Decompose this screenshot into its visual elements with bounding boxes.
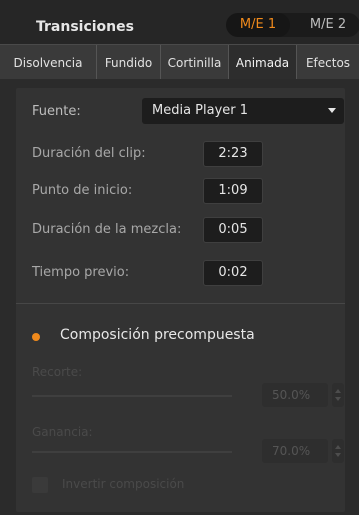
start-point-field[interactable]: 1:09 [203,178,263,204]
me1-button[interactable]: M/E 1 [226,13,290,37]
me2-button[interactable]: M/E 2 [296,13,359,37]
section-indicator-icon[interactable] [32,333,40,341]
gain-slider[interactable] [32,451,232,453]
panel-header: Transiciones M/E 1 M/E 2 [0,0,359,44]
precomposed-title[interactable]: Composición precompuesta [60,327,255,343]
clip-stepper[interactable] [332,383,344,407]
source-value: Media Player 1 [152,103,249,118]
clip-slider[interactable] [32,395,232,397]
tab-cortinilla[interactable]: Cortinilla [161,45,229,79]
transitions-panel: Transiciones M/E 1 M/E 2 Disolvencia Fun… [0,0,359,515]
mix-duration-label: Duración de la mezcla: [32,222,182,237]
preroll-field[interactable]: 0:02 [203,260,263,286]
gain-value-field[interactable]: 70.0% [262,439,328,463]
tab-fundido[interactable]: Fundido [97,45,161,79]
source-dropdown[interactable]: Media Player 1 [142,98,344,124]
panel-title: Transiciones [36,19,134,35]
clip-label: Recorte: [32,365,83,379]
gain-label: Ganancia: [32,425,93,439]
chevron-down-icon [328,108,336,113]
preroll-label: Tiempo previo: [32,265,130,280]
tab-disolvencia[interactable]: Disolvencia [0,45,97,79]
clip-value-field[interactable]: 50.0% [262,383,328,407]
invert-label: Invertir composición [62,477,185,491]
invert-checkbox[interactable] [32,477,48,493]
source-label: Fuente: [32,104,81,119]
gain-stepper[interactable] [332,439,344,463]
tab-efectos[interactable]: Efectos [297,45,359,79]
clip-duration-field[interactable]: 2:23 [203,141,263,167]
mix-duration-field[interactable]: 0:05 [203,217,263,243]
start-point-label: Punto de inicio: [32,183,133,198]
section-divider [16,303,345,304]
tab-animada[interactable]: Animada [229,45,297,79]
me-switch: M/E 1 M/E 2 [226,13,359,37]
clip-duration-label: Duración del clip: [32,146,146,161]
transition-tabs: Disolvencia Fundido Cortinilla Animada E… [0,44,359,79]
